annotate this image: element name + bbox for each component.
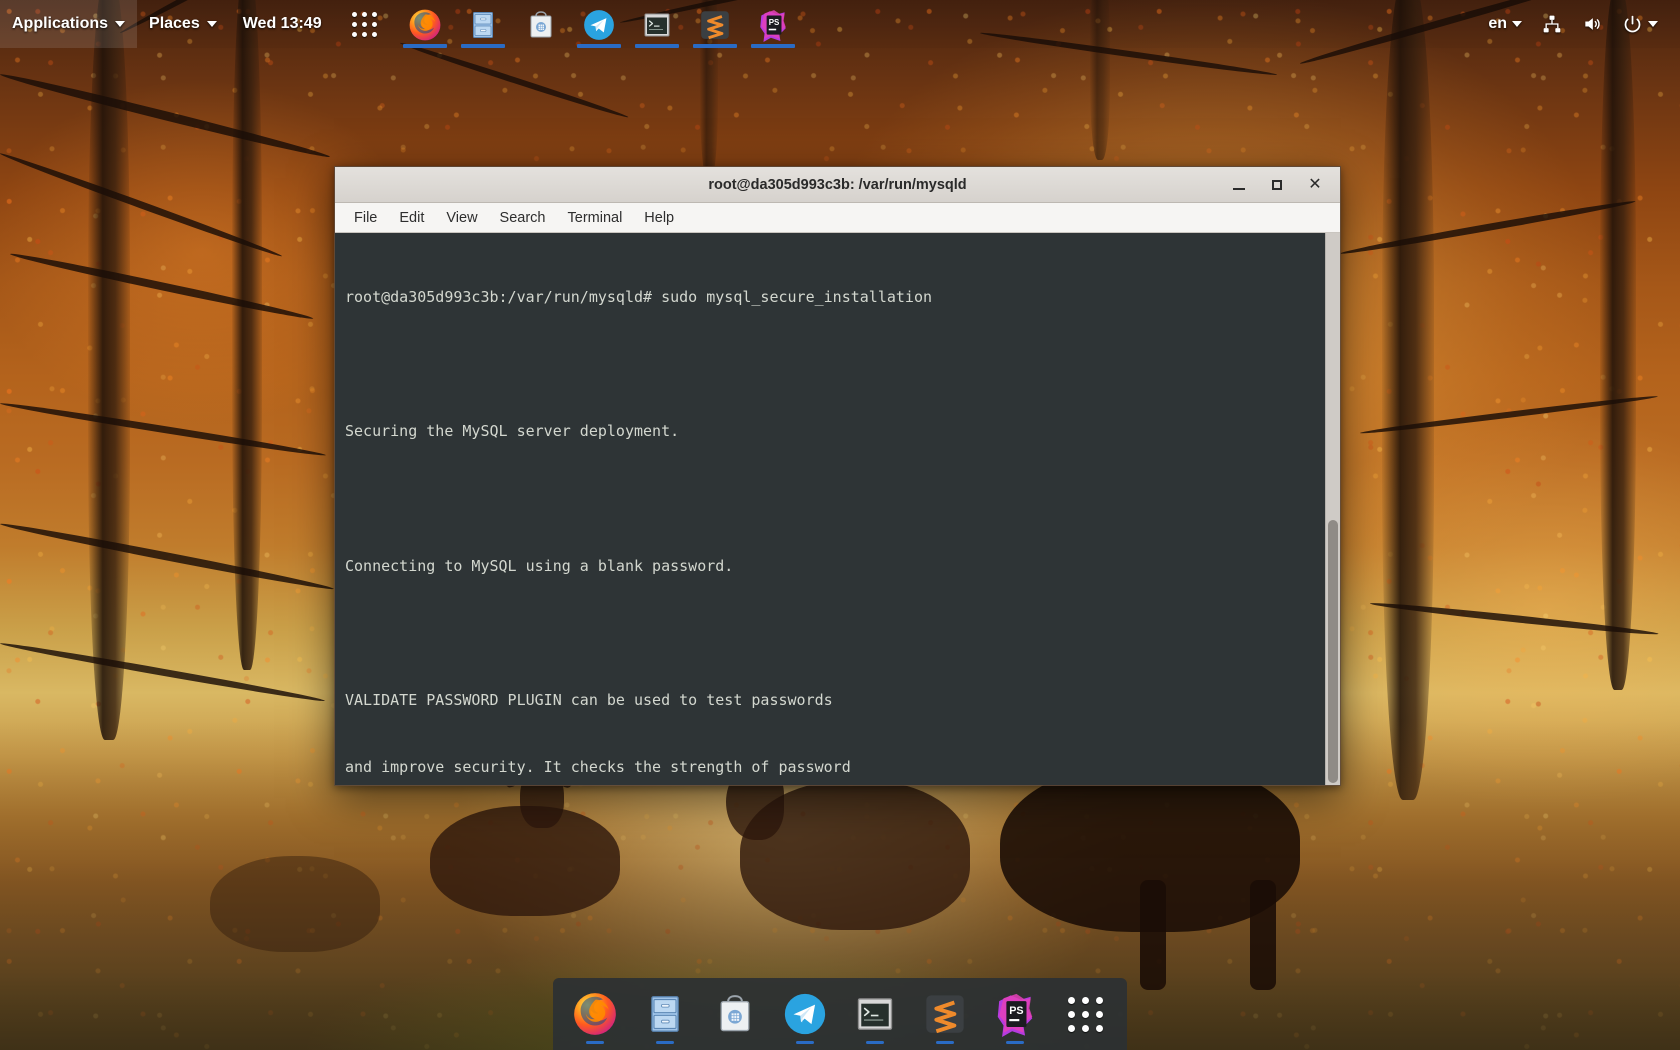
task-active-indicator <box>576 44 621 48</box>
menu-file[interactable]: File <box>343 206 388 230</box>
terminal-scrollbar-thumb[interactable] <box>1328 520 1338 783</box>
dock-item-phpstorm[interactable]: PS <box>983 982 1047 1046</box>
dock-item-software-center[interactable] <box>703 982 767 1046</box>
software-center-icon <box>525 9 557 41</box>
top-panel[interactable]: Applications Places Wed 13:49 PS en <box>0 0 1680 48</box>
panel-task-list[interactable]: PS <box>401 0 797 48</box>
dock-item-firefox[interactable] <box>563 982 627 1046</box>
keyboard-layout-indicator[interactable]: en <box>1480 0 1530 48</box>
software-center-icon <box>713 992 757 1036</box>
desktop[interactable]: Applications Places Wed 13:49 PS en root… <box>0 0 1680 1050</box>
dock-item-terminal[interactable] <box>843 982 907 1046</box>
chevron-down-icon <box>206 21 217 27</box>
file-manager-icon <box>643 992 687 1036</box>
task-active-indicator <box>692 44 737 48</box>
panel-task-telegram[interactable] <box>575 2 623 48</box>
menu-terminal[interactable]: Terminal <box>557 206 634 230</box>
power-menu-button[interactable] <box>1614 0 1666 48</box>
terminal-output[interactable]: root@da305d993c3b:/var/run/mysqld# sudo … <box>335 233 1325 785</box>
show-applications-icon[interactable] <box>336 11 393 37</box>
terminal-line: Connecting to MySQL using a blank passwo… <box>345 556 734 575</box>
terminal-line: root@da305d993c3b:/var/run/mysqld# sudo … <box>345 287 932 306</box>
terminal-scrollbar[interactable] <box>1325 233 1340 785</box>
sublime-text-icon <box>698 8 732 42</box>
terminal-line: VALIDATE PASSWORD PLUGIN can be used to … <box>345 691 833 710</box>
dock-item-show-applications[interactable] <box>1053 982 1117 1046</box>
terminal-line: and improve security. It checks the stre… <box>345 758 851 777</box>
menu-search[interactable]: Search <box>489 206 557 230</box>
volume-indicator[interactable] <box>1574 0 1610 48</box>
firefox-icon <box>408 8 442 42</box>
panel-task-file-manager[interactable] <box>459 2 507 48</box>
network-icon <box>1542 14 1562 34</box>
dock[interactable]: PS <box>553 978 1127 1050</box>
phpstorm-icon: PS <box>756 8 790 42</box>
dock-active-indicator <box>866 1041 884 1044</box>
menu-edit[interactable]: Edit <box>388 206 435 230</box>
volume-icon <box>1582 14 1602 34</box>
window-title: root@da305d993c3b: /var/run/mysqld <box>708 176 967 193</box>
telegram-icon <box>582 8 616 42</box>
dock-active-indicator <box>1006 1041 1024 1044</box>
telegram-icon <box>782 991 828 1037</box>
menu-help[interactable]: Help <box>633 206 685 230</box>
terminal-window[interactable]: root@da305d993c3b: /var/run/mysqld ✕ Fil… <box>334 166 1341 786</box>
dock-item-file-manager[interactable] <box>633 982 697 1046</box>
panel-task-phpstorm[interactable]: PS <box>749 2 797 48</box>
applications-menu-label: Applications <box>12 15 109 32</box>
terminal-icon <box>641 9 673 41</box>
keyboard-layout-label: en <box>1488 15 1507 32</box>
chevron-down-icon <box>1648 21 1658 27</box>
applications-menu[interactable]: Applications <box>0 0 138 48</box>
dock-active-indicator <box>656 1041 674 1044</box>
window-controls[interactable]: ✕ <box>1230 176 1340 194</box>
power-icon <box>1622 14 1643 35</box>
terminal-menu-bar[interactable]: File Edit View Search Terminal Help <box>335 203 1340 233</box>
terminal-body[interactable]: root@da305d993c3b:/var/run/mysqld# sudo … <box>335 233 1340 785</box>
panel-task-sublime-text[interactable] <box>691 2 739 48</box>
window-title-bar[interactable]: root@da305d993c3b: /var/run/mysqld ✕ <box>335 167 1340 203</box>
panel-task-software-center[interactable] <box>517 2 565 48</box>
task-active-indicator <box>634 44 679 48</box>
close-button[interactable]: ✕ <box>1306 176 1324 194</box>
panel-task-terminal[interactable] <box>633 2 681 48</box>
terminal-icon <box>853 992 897 1036</box>
phpstorm-icon: PS <box>992 991 1038 1037</box>
panel-task-firefox[interactable] <box>401 2 449 48</box>
sublime-text-icon <box>922 991 968 1037</box>
svg-text:PS: PS <box>1009 1005 1023 1017</box>
clock-label: Wed 13:49 <box>242 15 322 32</box>
svg-text:PS: PS <box>768 18 779 27</box>
dock-item-telegram[interactable] <box>773 982 837 1046</box>
task-active-indicator <box>402 44 447 48</box>
dock-active-indicator <box>936 1041 954 1044</box>
firefox-icon <box>572 991 618 1037</box>
chevron-down-icon <box>1512 21 1522 27</box>
menu-view[interactable]: View <box>435 206 488 230</box>
minimize-button[interactable] <box>1230 176 1248 194</box>
show-applications-icon <box>1052 996 1119 1032</box>
file-manager-icon <box>467 9 499 41</box>
dock-active-indicator <box>796 1041 814 1044</box>
task-active-indicator <box>460 44 505 48</box>
maximize-button[interactable] <box>1268 176 1286 194</box>
places-menu[interactable]: Places <box>137 0 229 48</box>
clock[interactable]: Wed 13:49 <box>229 0 336 48</box>
network-indicator[interactable] <box>1534 0 1570 48</box>
task-active-indicator <box>750 44 795 48</box>
places-menu-label: Places <box>149 15 200 32</box>
chevron-down-icon <box>115 21 126 27</box>
system-tray[interactable]: en <box>1480 0 1680 48</box>
terminal-line: Securing the MySQL server deployment. <box>345 422 680 441</box>
dock-active-indicator <box>586 1041 604 1044</box>
dock-item-sublime-text[interactable] <box>913 982 977 1046</box>
